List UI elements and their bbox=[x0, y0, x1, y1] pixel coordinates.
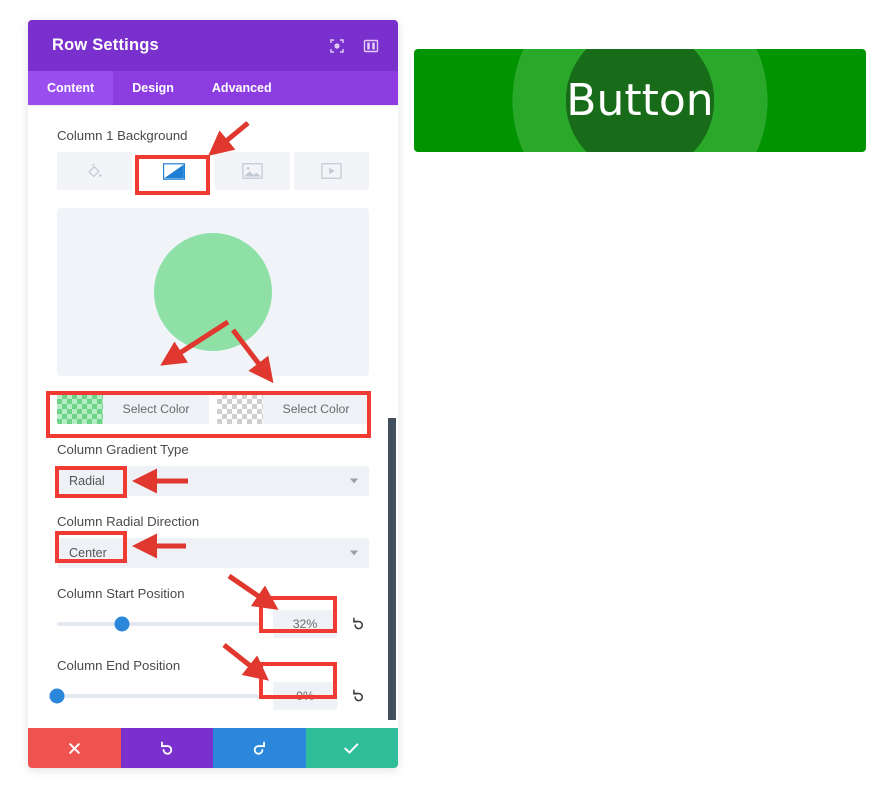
gradient-color-start: Select Color bbox=[57, 394, 209, 424]
image-icon-button[interactable] bbox=[215, 152, 290, 190]
radial-direction-value: Center bbox=[69, 546, 107, 560]
undo-button[interactable] bbox=[120, 728, 213, 768]
select-color-start-button[interactable]: Select Color bbox=[103, 394, 209, 424]
save-button[interactable] bbox=[305, 728, 398, 768]
start-position-label: Column Start Position bbox=[57, 586, 185, 601]
end-position-value[interactable]: 0% bbox=[273, 682, 337, 710]
select-color-end-button[interactable]: Select Color bbox=[263, 394, 369, 424]
gradient-type-label: Column Gradient Type bbox=[57, 442, 189, 457]
start-position-value[interactable]: 32% bbox=[273, 610, 337, 638]
gradient-preview-circle bbox=[154, 233, 272, 351]
row-settings-panel: Row Settings Content Design Advanced Col… bbox=[28, 20, 398, 768]
background-type-group bbox=[57, 152, 369, 190]
gradient-preview bbox=[57, 208, 369, 376]
layout-icon[interactable] bbox=[362, 37, 380, 55]
end-position-reset-icon[interactable] bbox=[347, 688, 369, 704]
color-fill-icon-button[interactable] bbox=[57, 152, 132, 190]
start-position-reset-icon[interactable] bbox=[347, 616, 369, 632]
end-position-slider[interactable] bbox=[49, 688, 259, 704]
gradient-color-row: Select Color Select Color bbox=[57, 394, 369, 424]
gradient-color-end: Select Color bbox=[217, 394, 369, 424]
radial-direction-select[interactable]: Center bbox=[57, 538, 369, 568]
start-position-row: 32% bbox=[57, 610, 369, 638]
panel-tabs: Content Design Advanced bbox=[28, 71, 398, 105]
color-fill-icon bbox=[86, 163, 103, 180]
color-swatch-start[interactable] bbox=[57, 394, 103, 424]
end-position-row: 0% bbox=[49, 682, 369, 710]
panel-scroll-body: Column 1 Background Select Color Select … bbox=[28, 105, 398, 728]
close-button[interactable] bbox=[28, 728, 121, 768]
page-title: Row Settings bbox=[52, 36, 159, 54]
panel-scrollbar[interactable] bbox=[388, 418, 396, 720]
preview-button-label: Button bbox=[566, 75, 714, 126]
tab-advanced[interactable]: Advanced bbox=[193, 71, 291, 105]
color-swatch-end[interactable] bbox=[217, 394, 263, 424]
gradient-type-value: Radial bbox=[69, 474, 105, 488]
image-icon bbox=[242, 163, 263, 179]
gradient-icon-button[interactable] bbox=[136, 152, 211, 190]
redo-button[interactable] bbox=[213, 728, 306, 768]
background-label: Column 1 Background bbox=[57, 128, 188, 143]
preview-button[interactable]: Button bbox=[414, 49, 866, 152]
radial-direction-label: Column Radial Direction bbox=[57, 514, 200, 529]
gradient-type-select[interactable]: Radial bbox=[57, 466, 369, 496]
chevron-down-icon bbox=[350, 550, 358, 556]
video-icon-button[interactable] bbox=[294, 152, 369, 190]
end-position-thumb[interactable] bbox=[49, 688, 65, 704]
tab-design[interactable]: Design bbox=[113, 71, 193, 105]
start-position-thumb[interactable] bbox=[114, 616, 130, 632]
video-icon bbox=[321, 163, 342, 179]
expand-icon[interactable] bbox=[328, 37, 346, 55]
tab-content[interactable]: Content bbox=[28, 71, 114, 105]
panel-header: Row Settings bbox=[28, 20, 398, 71]
panel-footer bbox=[28, 728, 398, 768]
gradient-icon bbox=[162, 162, 185, 180]
end-position-label: Column End Position bbox=[57, 658, 181, 673]
start-position-slider[interactable] bbox=[57, 616, 259, 632]
chevron-down-icon bbox=[350, 478, 358, 484]
